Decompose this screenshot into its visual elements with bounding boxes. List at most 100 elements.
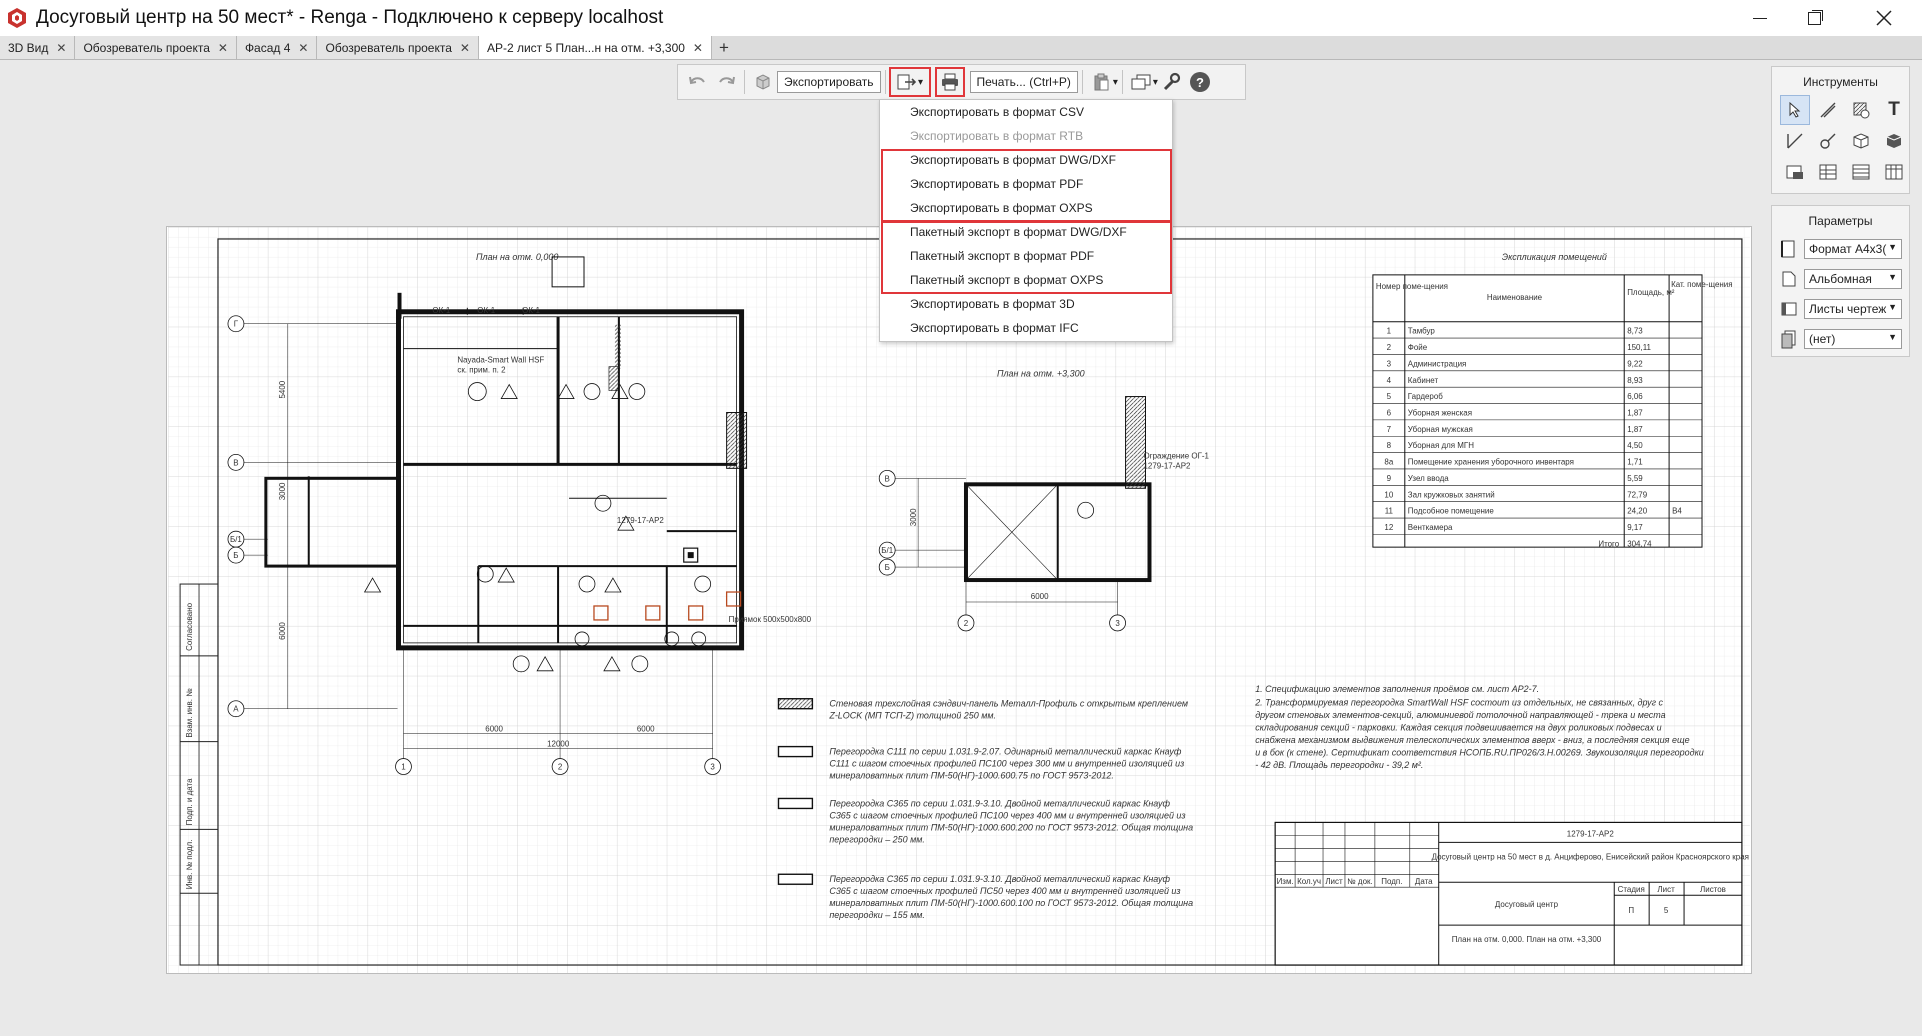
tab-facade-4[interactable]: Фасад 4 ✕ (236, 36, 318, 59)
axis-label: Г (234, 320, 239, 329)
room-area: 9,22 (1627, 359, 1643, 368)
window-title: Досуговый центр на 50 мест* - Renga - По… (36, 7, 664, 28)
redo-button[interactable] (712, 68, 740, 96)
table-tool[interactable] (1813, 157, 1843, 187)
tab-close-icon[interactable]: ✕ (693, 41, 703, 55)
orientation-select[interactable]: Альбомная ▼ (1804, 269, 1902, 289)
export-label[interactable]: Экспортировать (777, 71, 881, 93)
print-button[interactable] (934, 67, 965, 97)
room-name: Гардероб (1408, 392, 1443, 401)
schedule-title: Экспликация помещений (1502, 252, 1607, 262)
printer-icon (941, 73, 958, 91)
text-tool[interactable]: T (1879, 95, 1909, 125)
tab-label: Обозреватель проекта (325, 40, 452, 55)
cursor-icon (1789, 102, 1801, 118)
dimension: 6000 (485, 725, 503, 734)
room-area: 1,71 (1627, 458, 1643, 467)
room-area: 72,79 (1627, 490, 1648, 499)
room-name: Венткамера (1408, 523, 1453, 532)
tab-label: 3D Вид (8, 40, 49, 55)
room-name: Кабинет (1408, 376, 1439, 385)
room-number: 3 (1387, 359, 1392, 368)
stamp-sheet: 5 (1664, 906, 1669, 915)
room-category: В4 (1672, 507, 1682, 516)
menu-export-3d[interactable]: Экспортировать в формат 3D (881, 292, 1171, 316)
sheets-select[interactable]: Листы чертеж ▼ (1804, 299, 1902, 319)
views-button[interactable] (1127, 68, 1155, 96)
tab-close-icon[interactable]: ✕ (298, 41, 308, 55)
tab-sheet-ar2[interactable]: АР-2 лист 5 План...н на отм. +3,300 ✕ (478, 36, 712, 59)
toolbar-separator (744, 70, 745, 94)
menu-export-csv[interactable]: Экспортировать в формат CSV (881, 100, 1171, 124)
tab-3d-view[interactable]: 3D Вид ✕ (0, 36, 76, 59)
maximize-button[interactable] (1786, 0, 1842, 36)
tab-close-icon[interactable]: ✕ (460, 41, 470, 55)
chevron-down-icon: ▼ (1888, 332, 1897, 342)
tab-close-icon[interactable]: ✕ (56, 41, 66, 55)
room-area: 9,17 (1627, 523, 1643, 532)
stamp-col-header: Лист (1325, 877, 1343, 886)
stamp-sheet-label: Лист (1657, 885, 1675, 894)
stamp-tool[interactable] (1780, 157, 1810, 187)
sheet-table-tool[interactable] (1879, 157, 1909, 187)
stamp-project: Досуговый центр на 50 мест в д. Анциферо… (1432, 852, 1749, 861)
side-stamp-orig: Инв. № подл. (185, 840, 194, 890)
tab-project-browser[interactable]: Обозреватель проекта ✕ (75, 36, 237, 59)
room-name: Фойе (1408, 343, 1428, 352)
room-name: Уборная мужская (1408, 425, 1473, 434)
room-number: 10 (1384, 490, 1393, 499)
plan1-title: План на отм. 0,000 (476, 252, 558, 262)
select-tool[interactable] (1780, 95, 1810, 125)
room-number: 4 (1387, 376, 1392, 385)
dimension-tool[interactable] (1780, 126, 1810, 156)
paste-button[interactable] (1087, 68, 1115, 96)
chevron-down-icon: ▼ (1888, 242, 1897, 252)
room-number: 12 (1384, 523, 1393, 532)
room-number: 1 (1387, 327, 1392, 336)
export-file-icon (897, 74, 917, 90)
side-stamp-inv: Взам. инв. № (185, 688, 194, 738)
tab-project-browser-2[interactable]: Обозреватель проекта ✕ (317, 36, 479, 59)
side-stamp-sign: Подп. и дата (185, 778, 194, 826)
room-number: 8а (1384, 458, 1393, 467)
settings-button[interactable] (1158, 68, 1186, 96)
room-number: 6 (1387, 408, 1392, 417)
level-tool[interactable] (1813, 126, 1843, 156)
format-select[interactable]: Формат А4х3(▼ (1804, 239, 1902, 259)
axis-label: В (885, 474, 890, 483)
close-icon (1876, 10, 1892, 26)
layer-select[interactable]: (нет) ▼ (1804, 329, 1902, 349)
model-tool[interactable] (1879, 126, 1909, 156)
col-header-name: Наименование (1487, 293, 1543, 302)
view-tool[interactable] (1846, 126, 1876, 156)
renga-logo-icon (6, 7, 28, 29)
title-block: Изм. Кол.уч Лист № док. Подп. Дата 1279-17-АР… (1274, 821, 1749, 966)
add-tab-button[interactable]: + (712, 36, 736, 59)
menu-export-ifc[interactable]: Экспортировать в формат IFC (881, 316, 1171, 340)
export-dropdown-button[interactable]: ▾ (888, 67, 931, 97)
orientation-icon (1782, 271, 1796, 287)
chevron-down-icon: ▼ (1888, 272, 1897, 282)
dimension: 5400 (278, 380, 287, 398)
spec-tool[interactable] (1846, 157, 1876, 187)
room-number: 11 (1385, 507, 1394, 516)
hatch-tool[interactable] (1846, 95, 1876, 125)
export-icon-button[interactable] (749, 68, 777, 96)
side-stamp-agreed: Согласовано (185, 602, 194, 650)
stamp-col-header: Изм. (1277, 877, 1294, 886)
line-tool[interactable] (1813, 95, 1843, 125)
minimize-button[interactable] (1732, 0, 1788, 36)
room-number: 7 (1387, 425, 1392, 434)
tab-close-icon[interactable]: ✕ (218, 41, 228, 55)
undo-button[interactable] (684, 68, 712, 96)
redo-icon (719, 76, 735, 85)
title-bar: Досуговый центр на 50 мест* - Renga - По… (0, 0, 1922, 36)
param-format-row: Формат А4х3(▼ (1772, 234, 1909, 264)
help-button[interactable]: ? (1186, 68, 1214, 96)
chevron-down-icon: ▾ (918, 76, 924, 88)
rail-ref: 1279-17-АР2 (1144, 461, 1192, 470)
help-icon: ? (1189, 72, 1210, 92)
close-button[interactable] (1856, 0, 1912, 36)
print-label[interactable]: Печать... (Ctrl+P) (969, 71, 1078, 93)
sheet-table-icon (1885, 164, 1903, 180)
